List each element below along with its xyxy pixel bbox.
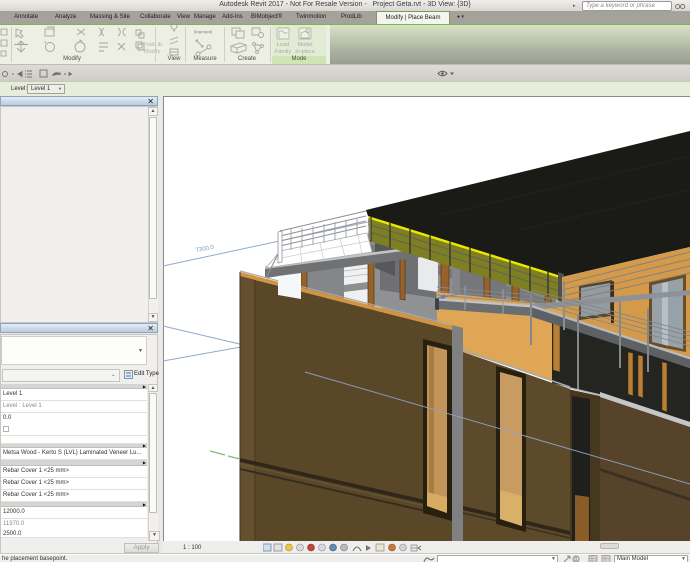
svg-text:Load: Load xyxy=(277,42,289,48)
svg-text:Family: Family xyxy=(275,49,291,55)
svg-text:ProdLib: ProdLib xyxy=(143,42,162,48)
svg-text:Model: Model xyxy=(298,42,313,48)
svg-text:7300.0: 7300.0 xyxy=(195,245,215,254)
svg-text:In-place: In-place xyxy=(295,49,315,55)
svg-text:Modify: Modify xyxy=(144,49,160,55)
svg-text:0: 0 xyxy=(575,557,578,562)
